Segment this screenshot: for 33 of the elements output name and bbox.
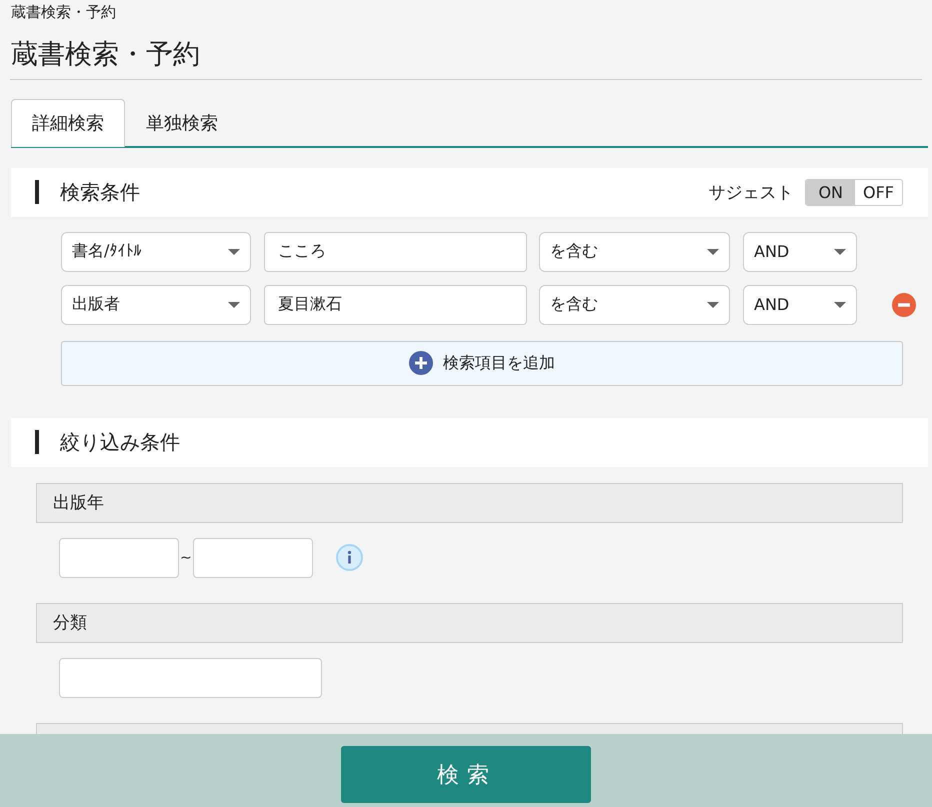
remove-icon[interactable] [892,292,916,317]
dropdown[interactable]: AND [743,284,857,325]
dropdown[interactable]: AND [743,232,857,272]
suggest-label: サジェスト [708,182,794,204]
info-icon[interactable] [336,544,363,572]
toggle-option[interactable]: ON [806,180,855,205]
caret-icon [834,302,846,308]
keyword-field[interactable]: 夏目漱石 [264,284,527,325]
input-field[interactable] [192,538,313,578]
input-field[interactable] [59,538,179,578]
dropdown[interactable]: 書名/ﾀｲﾄﾙ [61,232,251,272]
breadcrumb: 蔵書検索・予約 [10,2,117,23]
tab[interactable]: 詳細検索 [11,98,125,147]
dropdown[interactable]: 出版者 [61,284,251,325]
group-label: 出版年 [53,492,104,514]
keyword-field[interactable]: こころ [264,232,527,272]
section-title: 絞り込み条件 [60,428,181,456]
input-field[interactable] [59,658,322,698]
dropdown[interactable]: を含む [539,284,730,325]
tab[interactable]: 単独検索 [125,98,239,147]
group-label: 分類 [53,612,87,634]
search-button[interactable]: 検索 [341,746,591,803]
section-title: 検索条件 [60,178,141,206]
dropdown[interactable]: を含む [539,232,730,272]
caret-icon [228,248,240,255]
caret-icon [707,302,719,308]
caret-icon [228,302,240,308]
caret-icon [707,248,719,255]
add-criteria-button[interactable]: 検索項目を追加 [61,340,903,386]
caret-icon [834,248,846,255]
page-title: 蔵書検索・予約 [10,25,922,80]
range-separator: ~ [179,550,193,566]
plus-icon [409,351,433,376]
